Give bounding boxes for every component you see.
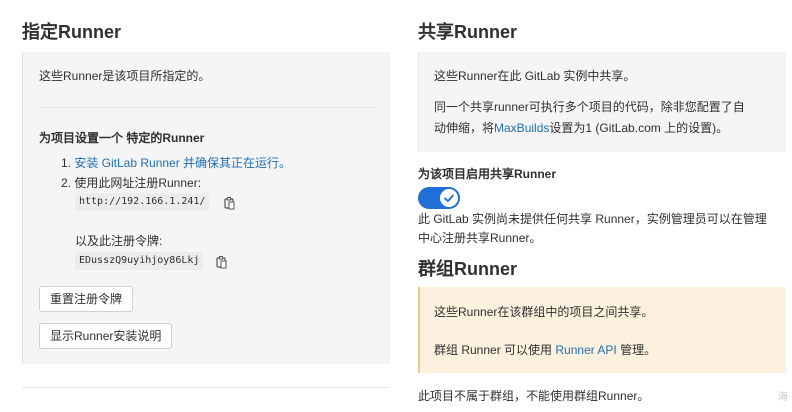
shared-runners-intro: 这些Runner在此 GitLab 实例中共享。 (434, 69, 636, 83)
group-runners-desc: 群组 Runner 可以使用 Runner API 管理。 (434, 341, 656, 359)
divider (22, 387, 390, 388)
step-1: 1. 安装 GitLab Runner 并确保其正在运行。 (61, 154, 291, 172)
no-shared-runners-line1: 此 GitLab 实例尚未提供任何共享 Runner，实例管理员可以在管理 (418, 212, 767, 226)
enable-shared-runners-toggle[interactable] (418, 187, 460, 209)
desc-text: 群组 Runner 可以使用 (434, 343, 556, 357)
shared-runners-panel: 这些Runner在此 GitLab 实例中共享。 同一个共享runner可执行多… (418, 52, 786, 152)
group-runners-title: 群组Runner (418, 259, 517, 279)
maxbuilds-link[interactable]: MaxBuilds (494, 121, 549, 135)
desc-text: 动伸缩，将 (434, 121, 495, 135)
registration-token-code: EDusszQ9uyihjoy86Lkj (75, 252, 204, 270)
no-shared-runners-line2: 中心注册共享Runner。 (418, 231, 542, 245)
step-2: 2. 使用此网址注册Runner: (61, 176, 202, 190)
copy-url-icon[interactable] (223, 196, 237, 210)
register-url-code: http://192.166.1.241/ (75, 193, 210, 211)
group-runners-intro: 这些Runner在该群组中的项目之间共享。 (434, 305, 654, 319)
shared-runners-desc-line1: 同一个共享runner可执行多个项目的代码，除非您配置了自 (434, 100, 745, 114)
specific-runners-title: 指定Runner (22, 22, 121, 42)
show-install-instructions-button[interactable]: 显示Runner安装说明 (39, 323, 173, 349)
shared-runners-desc-line2: 动伸缩，将MaxBuilds设置为1 (GitLab.com 上的设置)。 (434, 119, 728, 137)
install-runner-link[interactable]: 安装 GitLab Runner 并确保其正在运行。 (74, 156, 291, 170)
token-label: 以及此注册令牌: (75, 234, 163, 248)
reset-token-button[interactable]: 重置注册令牌 (39, 286, 134, 312)
desc-text: 设置为1 (GitLab.com 上的设置)。 (549, 121, 729, 135)
check-icon (444, 194, 454, 202)
step-1-number: 1. (61, 156, 75, 170)
enable-shared-runners-label: 为该项目启用共享Runner (418, 167, 557, 181)
group-runners-panel: 这些Runner在该群组中的项目之间共享。 群组 Runner 可以使用 Run… (418, 287, 786, 373)
toggle-knob (440, 189, 458, 207)
runner-api-link[interactable]: Runner API (555, 343, 616, 357)
scroll-indicator: 海 (778, 392, 788, 403)
copy-token-icon[interactable] (215, 255, 229, 269)
no-group-text: 此项目不属于群组，不能使用群组Runner。 (418, 389, 650, 403)
shared-runners-title: 共享Runner (418, 22, 517, 42)
divider (39, 107, 377, 108)
specific-runners-panel: 这些Runner是该项目所指定的。 为项目设置一个 特定的Runner 1. 安… (22, 52, 390, 364)
specific-runners-intro: 这些Runner是该项目所指定的。 (39, 69, 211, 83)
desc-text: 管理。 (616, 343, 657, 357)
setup-heading: 为项目设置一个 特定的Runner (39, 131, 205, 145)
